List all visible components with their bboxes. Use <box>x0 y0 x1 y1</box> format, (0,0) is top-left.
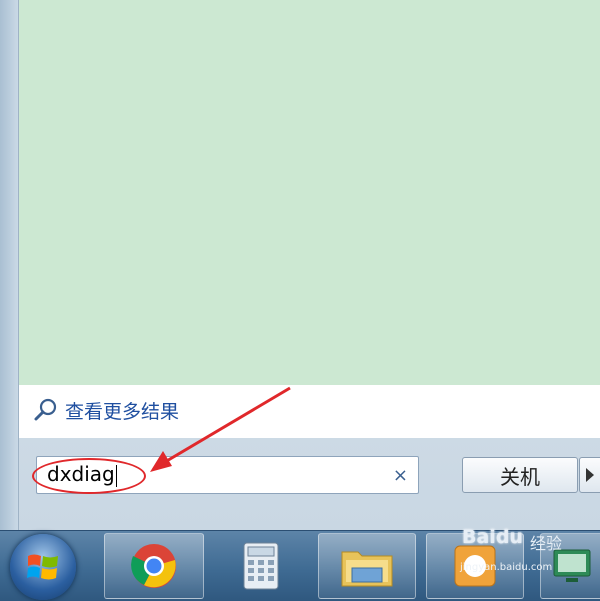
remote-app-icon <box>553 549 591 582</box>
taskbar <box>0 530 600 601</box>
taskbar-baidu-app[interactable] <box>426 533 524 599</box>
start-button[interactable] <box>10 534 76 600</box>
start-search-input[interactable]: dxdiag × <box>36 456 419 494</box>
search-results-area <box>19 0 600 385</box>
taskbar-remote-app[interactable] <box>540 533 600 599</box>
shutdown-options-arrow[interactable] <box>579 457 600 493</box>
taskbar-file-explorer[interactable] <box>318 533 416 599</box>
shutdown-button[interactable]: 关机 <box>462 457 578 493</box>
search-results-pane: 查看更多结果 <box>19 0 600 438</box>
file-explorer-icon <box>341 551 393 587</box>
see-more-results-label: 查看更多结果 <box>65 400 180 423</box>
search-input-value: dxdiag <box>47 462 117 487</box>
baidu-app-icon <box>454 545 496 587</box>
chevron-right-icon <box>586 468 594 482</box>
start-menu-left-border <box>0 0 19 530</box>
shutdown-button-label: 关机 <box>500 464 540 489</box>
calculator-icon <box>243 542 279 590</box>
taskbar-calculator[interactable] <box>212 533 310 599</box>
windows-logo-icon <box>27 554 58 580</box>
search-icon <box>33 397 59 423</box>
taskbar-chrome[interactable] <box>104 533 204 599</box>
see-more-results-link[interactable]: 查看更多结果 <box>33 395 179 425</box>
start-menu: 查看更多结果 dxdiag × 关机 <box>0 0 600 530</box>
chrome-icon <box>131 544 176 588</box>
clear-search-icon[interactable]: × <box>393 465 408 486</box>
